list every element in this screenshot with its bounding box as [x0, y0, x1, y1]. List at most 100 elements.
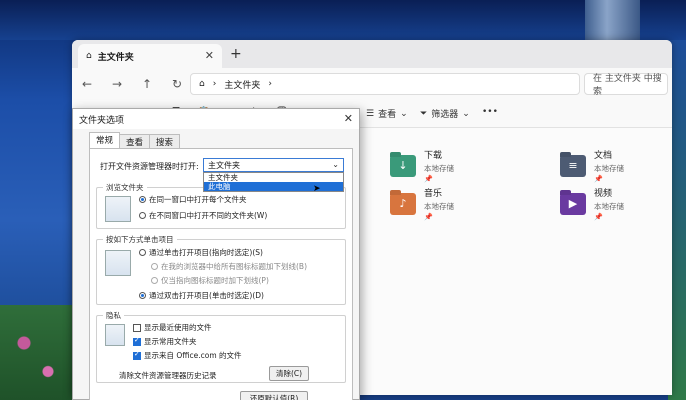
restore-defaults-button[interactable]: 还原默认值(R): [240, 391, 308, 400]
show-office-files-option[interactable]: 显示来自 Office.com 的文件: [133, 350, 242, 361]
show-office-files-label: 显示来自 Office.com 的文件: [144, 351, 242, 360]
forward-arrow-icon[interactable]: →: [102, 77, 132, 91]
double-click-label: 通过双击打开项目(单击时选定)(D): [149, 291, 264, 300]
open-explorer-label: 打开文件资源管理器时打开:: [100, 162, 199, 171]
filter-icon: ⏷: [420, 108, 428, 119]
close-icon[interactable]: ✕: [344, 112, 353, 125]
dialog-tabs: 常规 查看 搜索: [89, 132, 181, 149]
more-options-icon[interactable]: •••: [482, 107, 498, 117]
open-explorer-value: 主文件夹: [208, 160, 240, 170]
folder-options-dialog: 文件夹选项 ✕ 常规 查看 搜索 打开文件资源管理器时打开: 主文件夹 ⌄ 主文…: [72, 108, 360, 400]
window-illustration-icon: [105, 196, 131, 222]
up-arrow-icon[interactable]: ↑: [132, 77, 162, 91]
new-window-label: 在不同窗口中打开不同的文件夹(W): [149, 211, 268, 220]
breadcrumb-chevron-icon[interactable]: ›: [268, 79, 272, 89]
clear-history-button[interactable]: 清除(C): [269, 366, 309, 381]
pointer-illustration-icon: [105, 250, 131, 276]
folder-name: 音乐: [424, 189, 443, 199]
chevron-down-icon: ⌄: [462, 108, 470, 119]
search-input[interactable]: 在 主文件夹 中搜索: [584, 73, 668, 97]
click-items-title: 按如下方式单击项目: [103, 234, 177, 245]
view-icon: ☰: [366, 108, 375, 119]
radio-selected[interactable]: [139, 196, 146, 203]
folder-name: 下载: [424, 151, 443, 161]
new-tab-button[interactable]: +: [230, 46, 242, 62]
checkbox-checked[interactable]: [133, 350, 141, 360]
underline-hover-option: 仅当指向图标标题时加下划线(P): [151, 275, 269, 286]
radio-unselected[interactable]: [139, 249, 146, 256]
browse-folders-group: 浏览文件夹 在同一窗口中打开每个文件夹 在不同窗口中打开不同的文件夹(W): [96, 182, 346, 229]
folder-location: 本地存储: [424, 202, 454, 211]
folder-location: 本地存储: [594, 202, 624, 211]
tab-title: 主文件夹: [97, 52, 134, 63]
mouse-cursor-icon: ➤: [313, 184, 321, 194]
show-frequent-folders-label: 显示常用文件夹: [144, 337, 197, 346]
chevron-down-icon: ⌄: [400, 108, 408, 119]
wallpaper-flowers: [0, 305, 80, 400]
title-bar: ⌂ 主文件夹 ✕ +: [72, 40, 672, 68]
tab-home-folder[interactable]: ⌂ 主文件夹 ✕: [78, 44, 222, 68]
folder-name: 视频: [594, 189, 613, 199]
back-arrow-icon[interactable]: ←: [72, 77, 102, 91]
folder-location: 本地存储: [594, 164, 624, 173]
open-explorer-dropdown: 主文件夹 此电脑: [203, 172, 344, 192]
desktop-wallpaper: [0, 0, 686, 40]
folder-tile-documents[interactable]: ≡ 文档 本地存储 📌: [560, 148, 624, 183]
privacy-group: 隐私 显示最近使用的文件 显示常用文件夹 显示来自 Office.com 的文件…: [96, 310, 346, 383]
browse-folders-title: 浏览文件夹: [103, 182, 147, 193]
pin-icon: 📌: [424, 213, 433, 221]
tab-view[interactable]: 查看: [119, 134, 151, 148]
folder-location: 本地存储: [424, 164, 454, 173]
radio-selected[interactable]: [139, 292, 146, 299]
home-icon: ⌂: [86, 51, 92, 61]
show-frequent-folders-option[interactable]: 显示常用文件夹: [133, 336, 197, 347]
refresh-icon[interactable]: ↻: [162, 77, 192, 91]
view-button[interactable]: ☰ 查看 ⌄: [366, 107, 408, 121]
folder-tile-music[interactable]: ♪ 音乐 本地存储 📌: [390, 186, 454, 221]
checkbox-checked[interactable]: [133, 336, 141, 346]
folder-tile-videos[interactable]: ▶ 视频 本地存储 📌: [560, 186, 624, 221]
clear-history-label: 清除文件资源管理器历史记录: [119, 371, 217, 380]
filter-button[interactable]: ⏷ 筛选器 ⌄: [420, 107, 470, 121]
folder-tile-downloads[interactable]: ↓ 下载 本地存储 📌: [390, 148, 454, 183]
new-window-option[interactable]: 在不同窗口中打开不同的文件夹(W): [139, 210, 267, 221]
tab-general[interactable]: 常规: [89, 132, 121, 149]
same-window-option[interactable]: 在同一窗口中打开每个文件夹: [139, 194, 247, 205]
radio-unselected[interactable]: [139, 212, 146, 219]
address-bar[interactable]: ⌂ › 主文件夹 ›: [190, 73, 580, 95]
breadcrumb-separator-icon: ›: [212, 79, 217, 89]
same-window-label: 在同一窗口中打开每个文件夹: [149, 195, 247, 204]
underline-hover-label: 仅当指向图标标题时加下划线(P): [161, 276, 269, 285]
underline-browser-option: 在我的浏览器中给所有图标标题加下划线(B): [151, 261, 307, 272]
pin-icon: 📌: [594, 213, 603, 221]
radio-disabled: [151, 277, 158, 284]
navigation-bar: ← → ↑ ↻ ⌂ › 主文件夹 › 在 主文件夹 中搜索: [72, 68, 672, 100]
pin-icon: 📌: [424, 175, 433, 183]
radio-disabled: [151, 263, 158, 270]
filter-label: 筛选器: [431, 110, 459, 120]
pin-icon: 📌: [594, 175, 603, 183]
documents-folder-icon: ≡: [560, 154, 586, 177]
dropdown-option-home[interactable]: 主文件夹: [204, 173, 343, 182]
videos-folder-icon: ▶: [560, 192, 586, 215]
folder-name: 文档: [594, 151, 613, 161]
general-tab-panel: 打开文件资源管理器时打开: 主文件夹 ⌄ 主文件夹 此电脑 ➤ 浏览文件夹 在同…: [89, 148, 353, 400]
music-folder-icon: ♪: [390, 192, 416, 215]
chevron-down-icon[interactable]: ⌄: [332, 160, 339, 169]
single-click-option[interactable]: 通过单击打开项目(指向时选定)(S): [139, 247, 263, 258]
wallpaper-tower: [585, 0, 640, 40]
dropdown-option-this-pc[interactable]: 此电脑: [204, 182, 343, 191]
tab-search[interactable]: 搜索: [149, 134, 181, 148]
double-click-option[interactable]: 通过双击打开项目(单击时选定)(D): [139, 290, 264, 301]
breadcrumb-home-folder[interactable]: 主文件夹: [224, 78, 260, 91]
dialog-title-bar: 文件夹选项 ✕: [73, 109, 359, 129]
show-recent-files-option[interactable]: 显示最近使用的文件: [133, 322, 212, 333]
open-explorer-select[interactable]: 主文件夹 ⌄: [203, 158, 344, 172]
checkbox-unchecked[interactable]: [133, 323, 141, 332]
underline-browser-label: 在我的浏览器中给所有图标标题加下划线(B): [161, 262, 307, 271]
close-tab-icon[interactable]: ✕: [205, 49, 214, 62]
privacy-shield-icon: [105, 324, 125, 346]
show-recent-files-label: 显示最近使用的文件: [144, 323, 212, 332]
dialog-title: 文件夹选项: [79, 115, 125, 126]
single-click-label: 通过单击打开项目(指向时选定)(S): [149, 248, 263, 257]
